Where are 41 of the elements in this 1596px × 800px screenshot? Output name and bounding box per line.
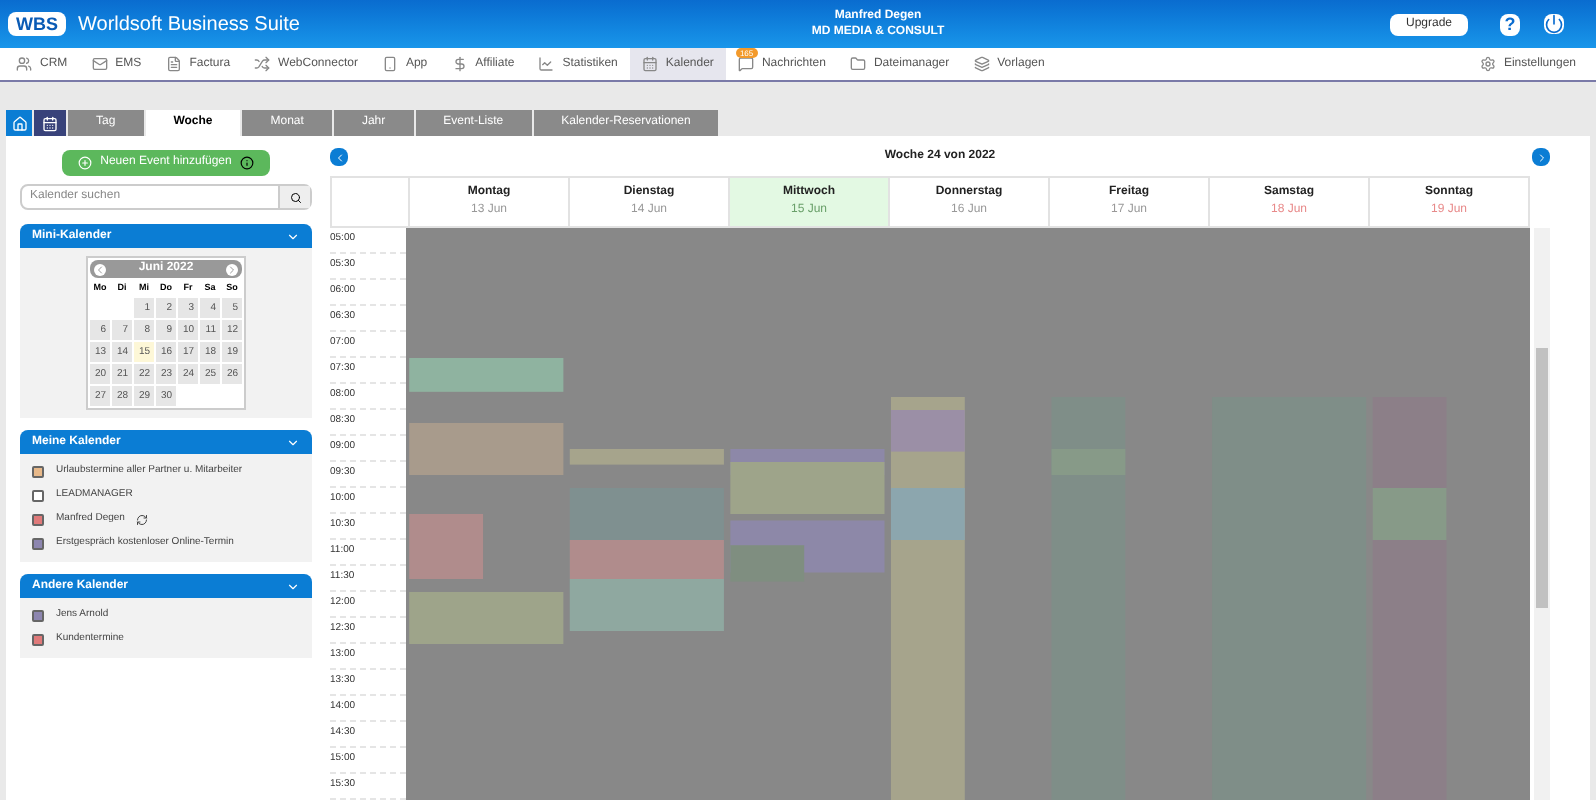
settings-icon [1479, 56, 1496, 72]
phone-icon [381, 56, 398, 72]
plus-icon [78, 156, 93, 170]
calendar-tab[interactable] [34, 110, 66, 136]
caret-icon [286, 229, 300, 243]
people-icon [16, 56, 32, 72]
home-icon [11, 115, 27, 131]
color-swatch[interactable] [32, 466, 44, 478]
info-icon [239, 156, 254, 170]
document-icon [165, 56, 182, 72]
scrollbar[interactable] [1534, 228, 1550, 800]
help-button[interactable]: ? [1500, 13, 1520, 35]
caret-icon [286, 579, 300, 593]
message-icon [737, 56, 754, 72]
folder-icon [849, 56, 866, 72]
next-week-button[interactable] [1532, 148, 1550, 166]
next-icon[interactable] [225, 263, 238, 275]
app-title: Worldsoft Business Suite [78, 11, 302, 39]
logo[interactable]: WBS [8, 12, 66, 36]
shuffle-icon [254, 56, 271, 72]
color-swatch[interactable] [32, 538, 44, 550]
envelope-icon [91, 56, 108, 72]
calendar-icon [641, 56, 658, 72]
dollar-icon [451, 56, 468, 72]
color-swatch[interactable] [32, 610, 44, 622]
line-chart-icon [538, 56, 555, 72]
search-icon [289, 191, 301, 203]
previous-week-button[interactable] [330, 148, 348, 166]
power-icon[interactable] [1544, 14, 1564, 34]
color-swatch[interactable] [32, 514, 44, 526]
refresh-icon[interactable] [136, 514, 149, 526]
home-tab[interactable] [6, 110, 32, 136]
layers-icon [973, 56, 990, 72]
color-swatch[interactable] [32, 634, 44, 646]
previous-icon[interactable] [94, 263, 106, 275]
color-swatch[interactable] [32, 490, 44, 502]
chevron-left-icon [333, 151, 345, 163]
caret-icon [286, 435, 300, 449]
calendar-icon [42, 115, 58, 131]
chevron-right-icon [1535, 151, 1547, 163]
search-button[interactable] [278, 186, 310, 208]
